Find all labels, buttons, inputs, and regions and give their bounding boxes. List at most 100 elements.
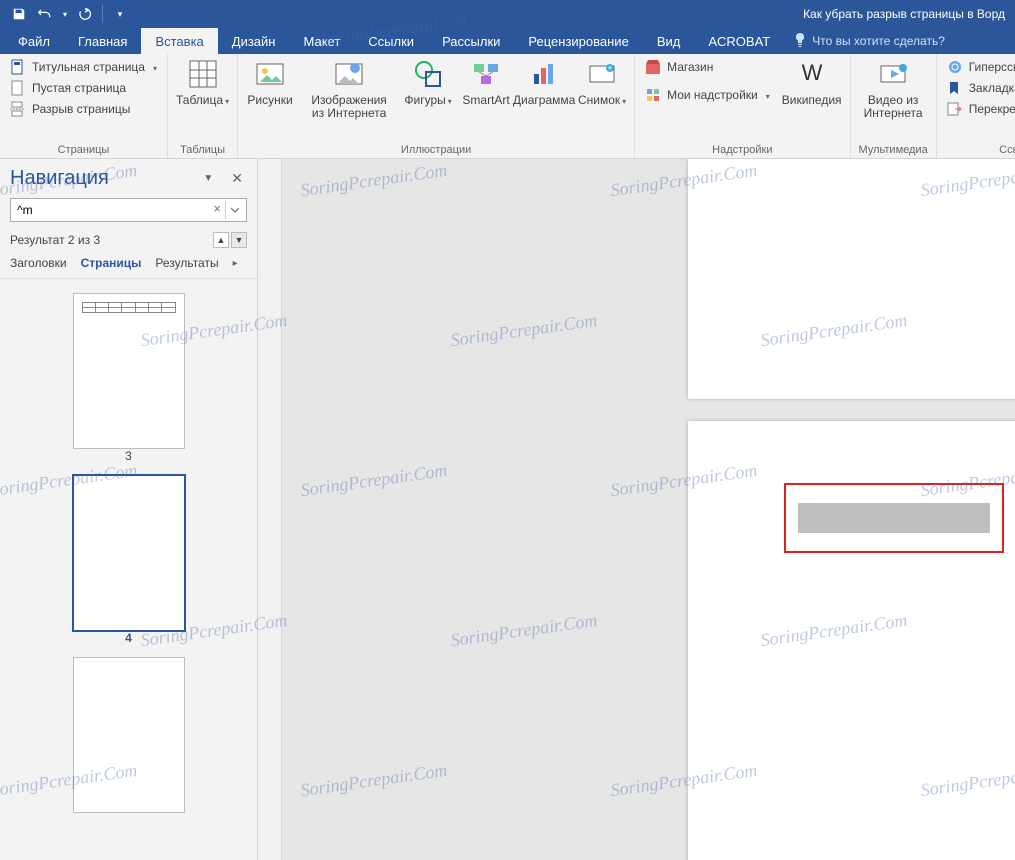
screenshot-button[interactable]: + Снимок [578, 58, 626, 107]
cross-reference-label: Перекрестная ссылка [969, 102, 1015, 116]
group-links-label: Ссылки [945, 142, 1015, 156]
tab-acrobat[interactable]: ACROBAT [694, 28, 784, 54]
tab-insert[interactable]: Вставка [141, 28, 217, 54]
tell-me[interactable]: Что вы хотите сделать? [784, 28, 955, 54]
wikipedia-label: Википедия [782, 94, 842, 107]
navigation-search: × [10, 198, 247, 222]
nav-tabs-more[interactable]: ▸ [233, 258, 238, 269]
pictures-label: Рисунки [247, 94, 292, 107]
smartart-icon [470, 58, 502, 90]
chevron-down-icon [151, 60, 157, 74]
hyperlink-icon [947, 59, 963, 75]
next-result-button[interactable]: ▼ [231, 232, 247, 248]
page-break-icon [10, 101, 26, 117]
document-page[interactable] [688, 159, 1015, 399]
chevron-down-icon [446, 93, 452, 107]
my-addins-button[interactable]: Мои надстройки [643, 86, 772, 104]
nav-options-dropdown[interactable]: ▼ [199, 171, 217, 186]
video-icon [877, 58, 909, 90]
tab-design[interactable]: Дизайн [218, 28, 290, 54]
document-page[interactable] [688, 421, 1015, 860]
smartart-button[interactable]: SmartArt [462, 58, 510, 107]
page-break-label: Разрыв страницы [32, 102, 130, 116]
page-thumbnail[interactable] [73, 475, 185, 631]
group-pages: Титульная страница Пустая страница Разры… [0, 54, 168, 158]
store-icon [645, 59, 661, 75]
hyperlink-button[interactable]: Гиперссылка [945, 58, 1015, 76]
blank-page-icon [10, 80, 26, 96]
tab-file[interactable]: Файл [4, 28, 64, 54]
cover-page-button[interactable]: Титульная страница [8, 58, 159, 76]
store-button[interactable]: Магазин [643, 58, 772, 76]
chevron-down-icon [620, 93, 626, 107]
qat-separator [102, 5, 103, 23]
shapes-button[interactable]: Фигуры [404, 58, 452, 107]
cover-page-label: Титульная страница [32, 60, 145, 74]
cross-reference-button[interactable]: Перекрестная ссылка [945, 100, 1015, 118]
search-input[interactable] [10, 198, 247, 222]
page-break-selection [798, 503, 990, 533]
nav-tab-results[interactable]: Результаты [155, 256, 218, 270]
bookmark-button[interactable]: Закладка [945, 79, 1015, 97]
tab-review[interactable]: Рецензирование [514, 28, 642, 54]
pictures-icon [254, 58, 286, 90]
page-thumbnail[interactable] [73, 293, 185, 449]
cover-page-icon [10, 59, 26, 75]
tab-layout[interactable]: Макет [289, 28, 354, 54]
prev-result-button[interactable]: ▲ [213, 232, 229, 248]
document-title: Как убрать разрыв страницы в Ворд [139, 7, 1015, 21]
group-pages-label: Страницы [8, 142, 159, 156]
quick-access-toolbar: ▾ ▾ [0, 3, 139, 25]
group-illustrations: Рисунки Изображения из Интернета Фигуры … [238, 54, 635, 158]
tell-me-label: Что вы хотите сделать? [812, 34, 945, 48]
chart-button[interactable]: Диаграмма [520, 58, 568, 107]
screenshot-label: Снимок [578, 93, 620, 107]
tab-references[interactable]: Ссылки [354, 28, 428, 54]
nav-tab-pages[interactable]: Страницы [81, 256, 142, 270]
page-thumbnails: 3 4 [0, 279, 257, 860]
page-thumbnail[interactable] [73, 657, 185, 813]
document-area[interactable] [258, 159, 1015, 860]
close-icon[interactable]: ✕ [227, 168, 247, 189]
group-media: Видео из Интернета Мультимедиа [851, 54, 937, 158]
customize-qat-icon[interactable]: ▾ [109, 3, 131, 25]
online-video-label: Видео из Интернета [859, 94, 928, 120]
bookmark-icon [947, 80, 963, 96]
nav-tab-headings[interactable]: Заголовки [10, 256, 67, 270]
undo-icon[interactable] [34, 3, 56, 25]
svg-text:+: + [607, 63, 612, 73]
group-addins: Магазин Мои надстройки W Википедия Надст… [635, 54, 850, 158]
crossref-icon [947, 101, 963, 117]
smartart-label: SmartArt [462, 94, 509, 107]
my-addins-label: Мои надстройки [667, 88, 758, 102]
thumbnail-table-preview [82, 302, 176, 314]
clear-search-icon[interactable]: × [213, 201, 221, 216]
save-icon[interactable] [8, 3, 30, 25]
online-video-button[interactable]: Видео из Интернета [859, 58, 928, 120]
ribbon: Титульная страница Пустая страница Разры… [0, 54, 1015, 159]
search-dropdown-icon[interactable] [225, 201, 243, 219]
undo-dropdown-icon[interactable]: ▾ [60, 3, 70, 25]
hyperlink-label: Гиперссылка [969, 60, 1015, 74]
pictures-button[interactable]: Рисунки [246, 58, 294, 107]
blank-page-button[interactable]: Пустая страница [8, 79, 159, 97]
table-button[interactable]: Таблица [176, 58, 229, 107]
chart-icon [528, 58, 560, 90]
navigation-pane: Навигация ▼ ✕ × Результат 2 из 3 ▲ ▼ Заг… [0, 159, 258, 860]
wikipedia-button[interactable]: W Википедия [782, 58, 842, 107]
online-pictures-label: Изображения из Интернета [304, 94, 394, 120]
ribbon-tabs: Файл Главная Вставка Дизайн Макет Ссылки… [0, 28, 1015, 54]
redo-icon[interactable] [74, 3, 96, 25]
online-pictures-button[interactable]: Изображения из Интернета [304, 58, 394, 120]
svg-text:W: W [801, 60, 822, 85]
table-icon [187, 58, 219, 90]
vertical-ruler [258, 159, 282, 860]
group-media-label: Мультимедиа [859, 142, 928, 156]
group-addins-label: Надстройки [643, 142, 841, 156]
page-break-button[interactable]: Разрыв страницы [8, 100, 159, 118]
chevron-down-icon [764, 88, 770, 102]
tab-mailings[interactable]: Рассылки [428, 28, 514, 54]
group-tables-label: Таблицы [176, 142, 229, 156]
tab-home[interactable]: Главная [64, 28, 141, 54]
tab-view[interactable]: Вид [643, 28, 695, 54]
